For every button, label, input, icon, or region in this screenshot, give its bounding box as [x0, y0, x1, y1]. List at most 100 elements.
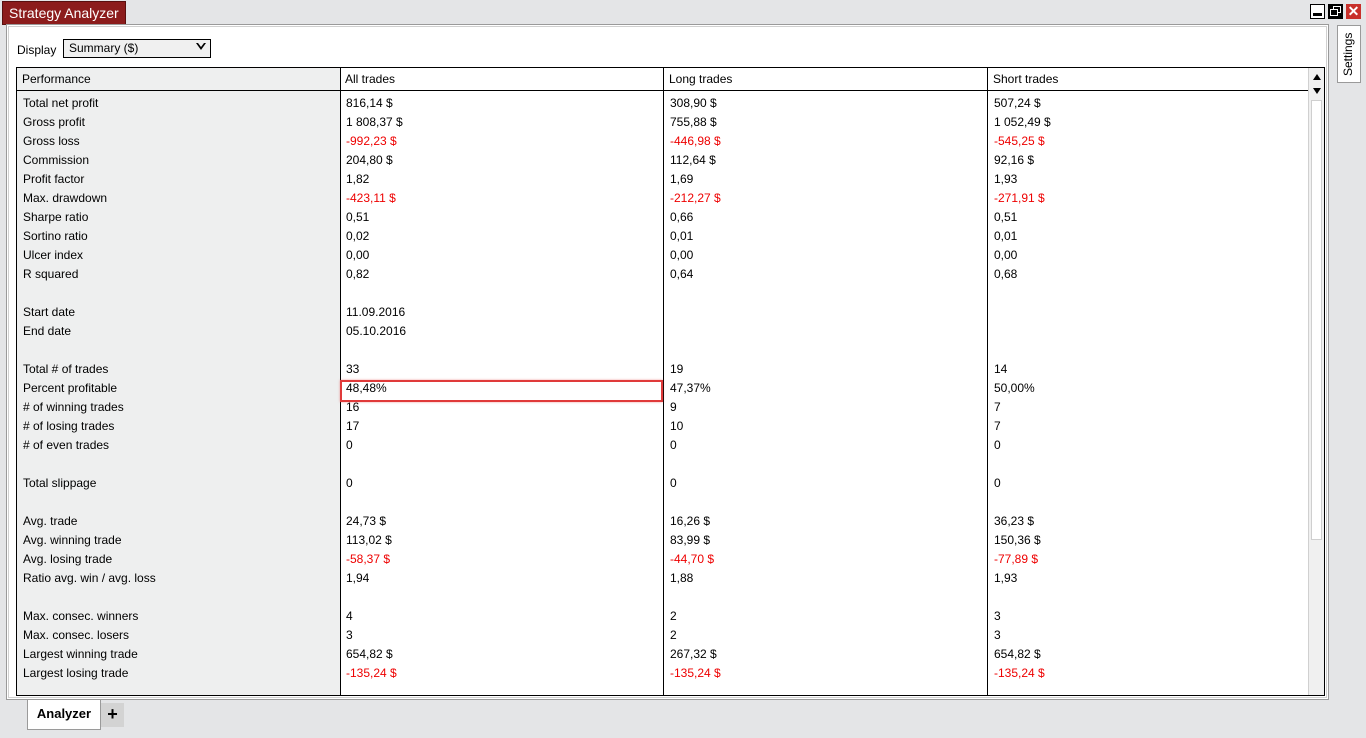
cell-long-trades: 0 [670, 438, 677, 452]
row-label: Sharpe ratio [23, 210, 89, 224]
row-label: Total # of trades [23, 362, 109, 376]
row-label: Gross profit [23, 115, 86, 129]
row-label: Max. drawdown [23, 191, 108, 205]
cell-short-trades: 0 [994, 438, 1001, 452]
cell-short-trades: 1 052,49 $ [994, 115, 1051, 129]
cell-all-trades: -135,24 $ [346, 666, 397, 680]
tab-analyzer[interactable]: Analyzer [27, 700, 101, 730]
cell-short-trades: 50,00% [994, 381, 1035, 395]
add-tab-button[interactable]: + [101, 703, 124, 727]
cell-long-trades: -44,70 $ [670, 552, 715, 566]
minimize-icon[interactable] [1310, 4, 1325, 19]
cell-long-trades: 0 [670, 476, 677, 490]
cell-short-trades [988, 588, 994, 607]
cell-all-trades: 4 [346, 609, 353, 623]
cell-all-trades [340, 341, 346, 360]
row-label: R squared [23, 267, 79, 281]
row-label: Total net profit [23, 96, 99, 110]
title-bar: Strategy Analyzer ✕ [0, 0, 1366, 25]
cell-long-trades: 308,90 $ [670, 96, 717, 110]
scroll-down-icon[interactable] [1313, 88, 1321, 94]
cell-long-trades: 1,88 [670, 571, 694, 585]
cell-all-trades: -423,11 $ [346, 191, 396, 205]
row-label: Profit factor [23, 172, 85, 186]
cell-long-trades [664, 588, 670, 607]
window-title: Strategy Analyzer [2, 1, 126, 25]
cell-short-trades: -271,91 $ [994, 191, 1045, 205]
row-label: Gross loss [23, 134, 80, 148]
cell-short-trades: 1,93 [994, 172, 1018, 186]
row-label [17, 588, 23, 607]
cell-short-trades: 3 [994, 609, 1001, 623]
cell-all-trades: 1,82 [346, 172, 370, 186]
cell-short-trades: 36,23 $ [994, 514, 1035, 528]
cell-short-trades: -135,24 $ [994, 666, 1045, 680]
scrollbar-thumb[interactable] [1311, 100, 1322, 540]
header-all-trades[interactable]: All trades [340, 68, 664, 91]
cell-long-trades: 0,01 [670, 229, 694, 243]
row-label: Ratio avg. win / avg. loss [23, 571, 156, 585]
cell-all-trades: 0,00 [346, 248, 370, 262]
cell-all-trades [340, 455, 346, 474]
cell-all-trades: 0,02 [346, 229, 370, 243]
row-label: # of losing trades [23, 419, 115, 433]
cell-all-trades: 816,14 $ [346, 96, 393, 110]
cell-short-trades: -77,89 $ [994, 552, 1039, 566]
cell-short-trades [988, 493, 994, 512]
cell-all-trades: 204,80 $ [346, 153, 393, 167]
row-label: Percent profitable [23, 381, 118, 395]
settings-tab[interactable]: Settings [1337, 25, 1361, 83]
row-label: Largest winning trade [23, 647, 138, 661]
cell-short-trades [988, 341, 994, 360]
cell-all-trades: 0 [346, 438, 353, 452]
row-label: Max. consec. losers [23, 628, 130, 642]
cell-short-trades: 0,51 [994, 210, 1018, 224]
header-short-trades[interactable]: Short trades [988, 68, 1310, 91]
cell-short-trades: 0,01 [994, 229, 1018, 243]
row-label: # of even trades [23, 438, 110, 452]
cell-all-trades: 0,82 [346, 267, 370, 281]
cell-long-trades: 0,64 [670, 267, 694, 281]
performance-grid: Performance All trades Long trades Short… [16, 67, 1325, 696]
row-label: Max. consec. winners [23, 609, 139, 623]
cell-long-trades: 47,37% [670, 381, 711, 395]
cell-all-trades: 1 808,37 $ [346, 115, 403, 129]
cell-all-trades: 17 [346, 419, 360, 433]
cell-short-trades: 507,24 $ [994, 96, 1041, 110]
cell-short-trades: 0,68 [994, 267, 1018, 281]
vertical-scrollbar[interactable] [1308, 68, 1324, 695]
close-icon[interactable]: ✕ [1346, 4, 1361, 19]
cell-long-trades: 0,00 [670, 248, 694, 262]
cell-long-trades: -212,27 $ [670, 191, 721, 205]
restore-icon[interactable] [1328, 4, 1343, 19]
analyzer-content: Display Summary ($) Performance All trad… [8, 26, 1327, 698]
selected-cell-highlight [340, 380, 663, 402]
row-label: Commission [23, 153, 90, 167]
row-label: # of winning trades [23, 400, 124, 414]
cell-all-trades [340, 284, 346, 303]
cell-all-trades: 1,94 [346, 571, 370, 585]
cell-all-trades: 654,82 $ [346, 647, 393, 661]
chevron-down-icon [196, 43, 206, 50]
settings-tab-label: Settings [1341, 32, 1355, 76]
cell-all-trades [340, 493, 346, 512]
row-label [17, 493, 23, 512]
cell-short-trades [988, 284, 994, 303]
scroll-up-icon[interactable] [1313, 74, 1321, 80]
cell-long-trades: 267,32 $ [670, 647, 717, 661]
cell-short-trades: 14 [994, 362, 1008, 376]
cell-short-trades: 0,00 [994, 248, 1018, 262]
cell-long-trades: 0,66 [670, 210, 694, 224]
cell-short-trades: 654,82 $ [994, 647, 1041, 661]
cell-long-trades: 10 [670, 419, 684, 433]
cell-long-trades: 83,99 $ [670, 533, 711, 547]
cell-all-trades: 24,73 $ [346, 514, 387, 528]
cell-all-trades: 0,51 [346, 210, 370, 224]
row-label: Total slippage [23, 476, 97, 490]
header-performance[interactable]: Performance [17, 68, 340, 91]
cell-short-trades: -545,25 $ [994, 134, 1045, 148]
header-long-trades[interactable]: Long trades [664, 68, 988, 91]
row-label [17, 455, 23, 474]
cell-short-trades: 150,36 $ [994, 533, 1041, 547]
display-select[interactable]: Summary ($) [63, 39, 211, 58]
